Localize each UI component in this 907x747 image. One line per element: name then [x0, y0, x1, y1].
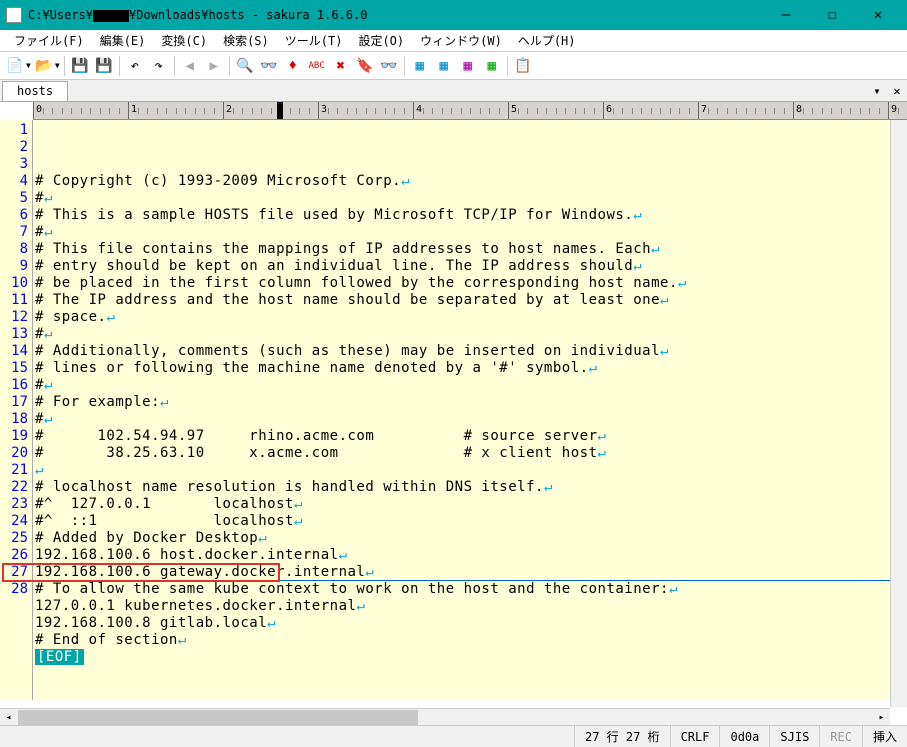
text-line[interactable]: 192.168.100.8 gitlab.local↵	[35, 615, 907, 632]
menu-tool[interactable]: ツール(T)	[277, 30, 351, 51]
status-crlf: CRLF	[670, 726, 720, 747]
tab-dropdown-icon[interactable]: ▾	[867, 81, 887, 101]
minimize-button[interactable]: —	[763, 0, 809, 30]
eof-marker: [EOF]	[35, 649, 84, 665]
titlebar: C:¥Users¥¥Downloads¥hosts - sakura 1.6.6…	[0, 0, 907, 30]
menu-setting[interactable]: 設定(O)	[350, 30, 412, 51]
tool3-icon[interactable]: ▦	[457, 55, 479, 77]
window-title: C:¥Users¥¥Downloads¥hosts - sakura 1.6.6…	[28, 8, 763, 22]
text-line[interactable]: ↵	[35, 462, 907, 479]
mark-icon[interactable]: ABC	[306, 55, 328, 77]
status-code: 0d0a	[719, 726, 769, 747]
search-next-icon[interactable]: 👓	[258, 55, 280, 77]
text-line[interactable]: # localhost name resolution is handled w…	[35, 479, 907, 496]
tool4-icon[interactable]: ▦	[481, 55, 503, 77]
text-line[interactable]: # lines or following the machine name de…	[35, 360, 907, 377]
redo-icon[interactable]: ↷	[148, 55, 170, 77]
menu-window[interactable]: ウィンドウ(W)	[412, 30, 510, 51]
ruler: 0123456789	[33, 102, 907, 120]
text-line[interactable]: # 38.25.63.10 x.acme.com # x client host…	[35, 445, 907, 462]
settings-icon[interactable]: 📋	[512, 55, 534, 77]
bookmark-icon[interactable]: 🔖	[354, 55, 376, 77]
tab-close-icon[interactable]: ✕	[887, 81, 907, 101]
next-icon[interactable]: ▶	[203, 55, 225, 77]
text-line[interactable]: #↵	[35, 190, 907, 207]
scroll-left-icon[interactable]: ◂	[0, 709, 17, 725]
undo-icon[interactable]: ↶	[124, 55, 146, 77]
text-line[interactable]: # This file contains the mappings of IP …	[35, 241, 907, 258]
replace-icon[interactable]: ♦	[282, 55, 304, 77]
text-line[interactable]: # be placed in the first column followed…	[35, 275, 907, 292]
text-line[interactable]: #↵	[35, 326, 907, 343]
new-file-icon[interactable]: 📄	[4, 55, 26, 77]
save-icon[interactable]: 💾	[69, 55, 91, 77]
maximize-button[interactable]: ☐	[809, 0, 855, 30]
menu-convert[interactable]: 変換(C)	[153, 30, 215, 51]
close-button[interactable]: ✕	[855, 0, 901, 30]
text-line[interactable]: #↵	[35, 411, 907, 428]
text-line[interactable]: # The IP address and the host name shoul…	[35, 292, 907, 309]
prev-icon[interactable]: ◀	[179, 55, 201, 77]
status-position: 27 行 27 桁	[574, 726, 670, 747]
scroll-right-icon[interactable]: ▸	[873, 709, 890, 725]
toolbar: 📄▼ 📂▼ 💾 💾 ↶ ↷ ◀ ▶ 🔍 👓 ♦ ABC ✖ 🔖 👓 ▦ ▦ ▦ …	[0, 52, 907, 80]
save-all-icon[interactable]: 💾	[93, 55, 115, 77]
text-line[interactable]: 192.168.100.6 gateway.docker.internal↵	[35, 564, 907, 581]
text-line[interactable]: #^ ::1 localhost↵	[35, 513, 907, 530]
tool1-icon[interactable]: ▦	[409, 55, 431, 77]
text-line[interactable]: 127.0.0.1 kubernetes.docker.internal↵	[35, 598, 907, 615]
status-rec: REC	[819, 726, 862, 747]
grep-icon[interactable]: 👓	[378, 55, 400, 77]
unmark-icon[interactable]: ✖	[330, 55, 352, 77]
line-gutter: 1234567891011121314151617181920212223242…	[0, 120, 33, 700]
statusbar: 27 行 27 桁 CRLF 0d0a SJIS REC 挿入	[0, 725, 907, 747]
text-line[interactable]: # space.↵	[35, 309, 907, 326]
text-line[interactable]: # For example:↵	[35, 394, 907, 411]
search-icon[interactable]: 🔍	[234, 55, 256, 77]
status-encoding: SJIS	[769, 726, 819, 747]
scrollbar-horizontal[interactable]: ◂ ▸	[0, 708, 890, 725]
menu-search[interactable]: 検索(S)	[215, 30, 277, 51]
scrollbar-vertical[interactable]	[890, 120, 907, 707]
text-line[interactable]: # End of section↵	[35, 632, 907, 649]
dropdown-icon[interactable]: ▼	[26, 61, 31, 70]
text-line[interactable]: # entry should be kept on an individual …	[35, 258, 907, 275]
dropdown-icon[interactable]: ▼	[55, 61, 60, 70]
text-line[interactable]: # Copyright (c) 1993-2009 Microsoft Corp…	[35, 173, 907, 190]
app-icon	[6, 7, 22, 23]
text-line[interactable]: #↵	[35, 377, 907, 394]
text-line[interactable]: # Added by Docker Desktop↵	[35, 530, 907, 547]
text-line[interactable]: #^ 127.0.0.1 localhost↵	[35, 496, 907, 513]
open-file-icon[interactable]: 📂	[33, 55, 55, 77]
text-line[interactable]: #↵	[35, 224, 907, 241]
menu-edit[interactable]: 編集(E)	[92, 30, 154, 51]
scroll-thumb[interactable]	[18, 710, 418, 725]
editor[interactable]: 1234567891011121314151617181920212223242…	[0, 120, 907, 700]
text-line[interactable]: # To allow the same kube context to work…	[35, 581, 907, 598]
menubar: ファイル(F) 編集(E) 変換(C) 検索(S) ツール(T) 設定(O) ウ…	[0, 30, 907, 52]
status-insert: 挿入	[862, 726, 907, 747]
redacted-username	[93, 10, 129, 22]
text-line[interactable]: # Additionally, comments (such as these)…	[35, 343, 907, 360]
text-line[interactable]: 192.168.100.6 host.docker.internal↵	[35, 547, 907, 564]
text-line[interactable]: # This is a sample HOSTS file used by Mi…	[35, 207, 907, 224]
menu-file[interactable]: ファイル(F)	[6, 30, 92, 51]
tab-hosts[interactable]: hosts	[2, 81, 68, 101]
text-line[interactable]: # 102.54.94.97 rhino.acme.com # source s…	[35, 428, 907, 445]
text-area[interactable]: # Copyright (c) 1993-2009 Microsoft Corp…	[33, 120, 907, 700]
tabbar: hosts ▾ ✕	[0, 80, 907, 102]
tool2-icon[interactable]: ▦	[433, 55, 455, 77]
menu-help[interactable]: ヘルプ(H)	[510, 30, 584, 51]
